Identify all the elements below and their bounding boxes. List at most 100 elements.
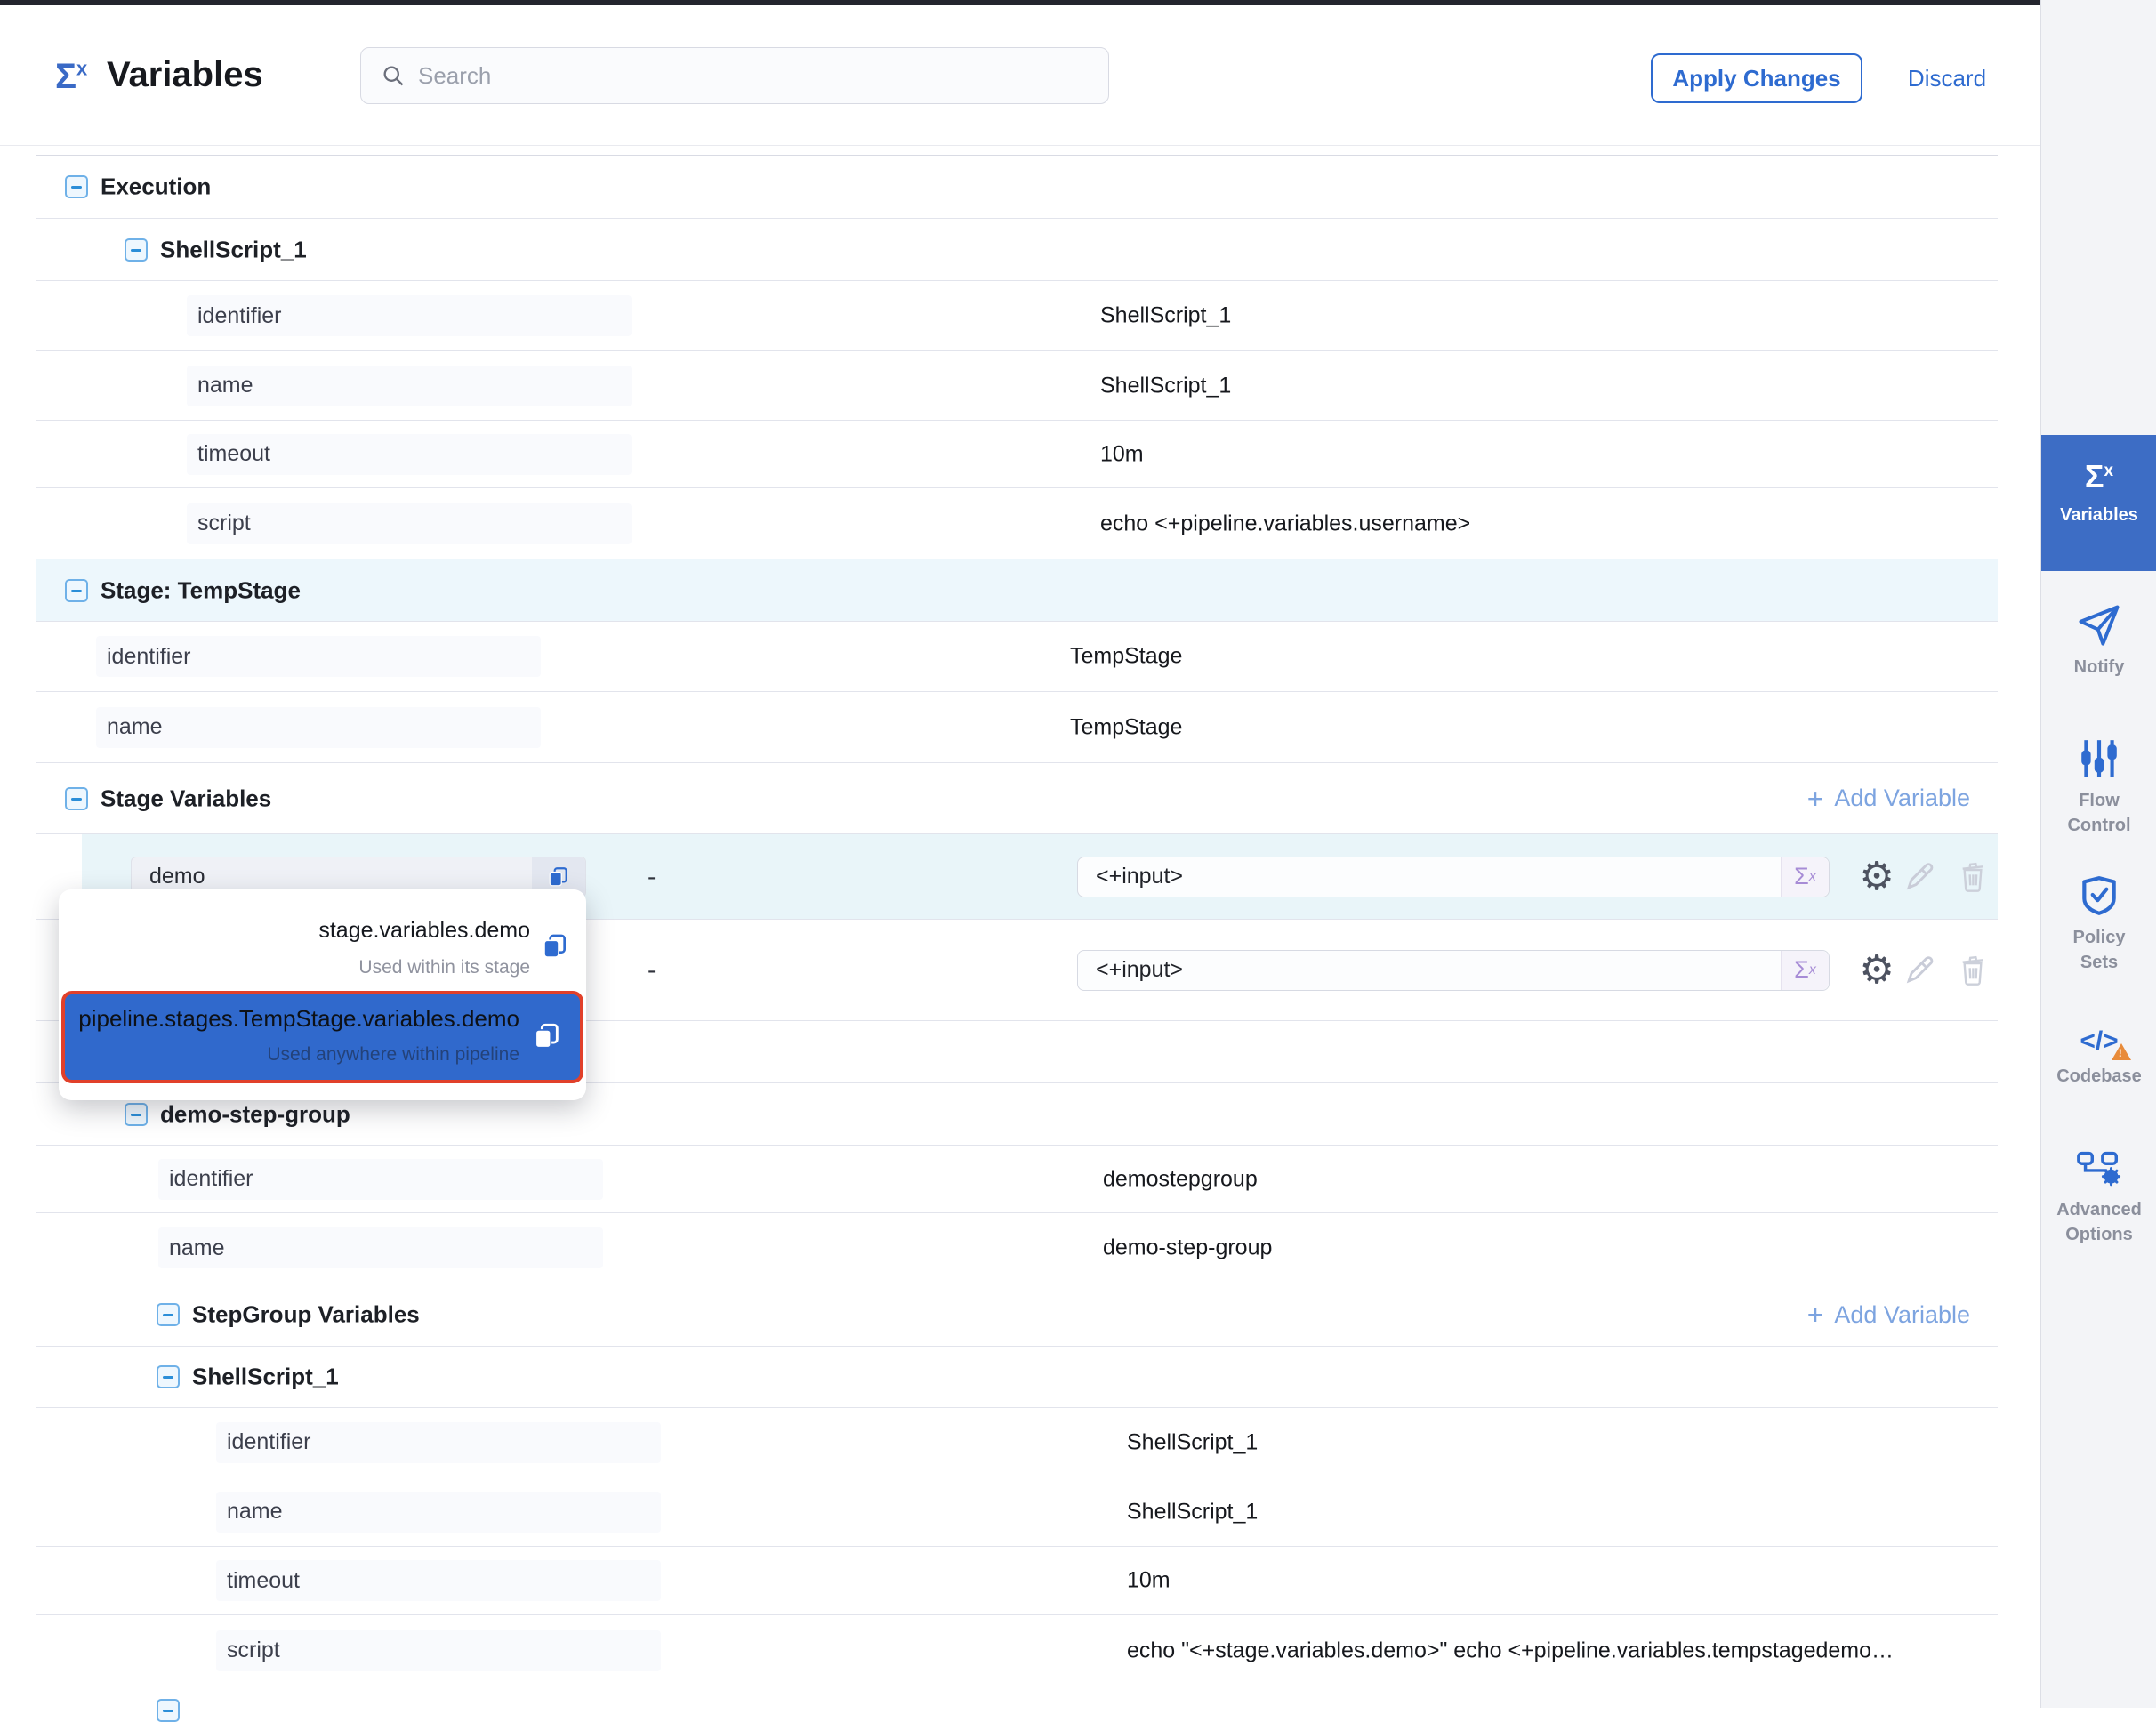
variable-value-input[interactable]: <+input> Σx	[1077, 950, 1830, 991]
search-input[interactable]: Search	[360, 47, 1109, 104]
add-variable-label: Add Variable	[1834, 1301, 1970, 1329]
collapse-icon[interactable]	[65, 787, 88, 810]
code-warning-icon: </>	[2041, 1026, 2156, 1057]
sidebar-item-label: Notify	[2041, 655, 2156, 680]
sidebar-item-label: Policy	[2041, 925, 2156, 950]
row-value: ShellScript_1	[1100, 373, 1231, 398]
key-field: timeout	[187, 434, 632, 475]
key-field: name	[96, 707, 541, 748]
kv-row: identifier ShellScript_1	[36, 281, 1998, 351]
plus-icon: +	[1807, 785, 1824, 813]
apply-changes-button[interactable]: Apply Changes	[1651, 53, 1862, 103]
row-value: echo "<+stage.variables.demo>" echo <+pi…	[1127, 1638, 1894, 1663]
section-row-stepgroup-variables: StepGroup Variables + Add Variable	[36, 1283, 1998, 1347]
plus-icon: +	[1807, 1300, 1824, 1329]
expression-scope-text: Used within its stage	[358, 957, 530, 978]
kv-row: script echo <+pipeline.variables.usernam…	[36, 488, 1998, 559]
sliders-icon	[2041, 736, 2156, 781]
variables-sigma-icon: Σx	[2085, 458, 2113, 495]
required-dash: -	[648, 956, 656, 985]
collapse-icon[interactable]	[65, 579, 88, 602]
sidebar-item-codebase[interactable]: </> Codebase	[2041, 1026, 2156, 1089]
key-field: name	[187, 366, 632, 406]
row-value: demostepgroup	[1103, 1166, 1258, 1192]
key-field: identifier	[158, 1159, 603, 1200]
sidebar-item-flow-control[interactable]: Flow Control	[2041, 736, 2156, 838]
key-field: name	[158, 1227, 603, 1268]
key-field: name	[216, 1492, 661, 1533]
page-title: Variables	[107, 55, 263, 95]
collapse-icon[interactable]	[157, 1699, 180, 1722]
collapse-icon[interactable]	[157, 1365, 180, 1388]
settings-gear-icon[interactable]: ⚙	[1857, 951, 1896, 990]
collapse-icon[interactable]	[125, 1103, 148, 1126]
header-divider	[0, 145, 2040, 146]
key-field: script	[216, 1630, 661, 1671]
sidebar-item-label: Flow	[2041, 788, 2156, 813]
expression-option-pipeline-scope-selected[interactable]: pipeline.stages.TempStage.variables.demo…	[61, 991, 583, 1083]
search-icon	[381, 63, 406, 88]
row-value: 10m	[1127, 1568, 1171, 1594]
pipeline-right-sidebar: Σx Variables Notify Flow Control Policy …	[2040, 0, 2156, 1708]
section-label: Execution	[101, 173, 211, 201]
copy-icon	[547, 865, 570, 889]
settings-gear-icon[interactable]: ⚙	[1857, 857, 1896, 897]
row-value: echo <+pipeline.variables.username>	[1100, 511, 1470, 536]
variable-value-text: <+input>	[1096, 864, 1183, 889]
row-value: TempStage	[1070, 714, 1182, 740]
sidebar-item-label: Sets	[2041, 950, 2156, 975]
sidebar-item-label: Control	[2041, 813, 2156, 838]
key-field: timeout	[216, 1560, 661, 1601]
required-dash: -	[648, 863, 656, 891]
sidebar-item-label: Codebase	[2041, 1064, 2156, 1089]
expression-toggle-button[interactable]: Σx	[1781, 857, 1829, 897]
kv-row: identifier demostepgroup	[36, 1146, 1998, 1213]
variables-panel-header: Σx Variables Search Apply Changes Discar…	[0, 5, 2040, 145]
section-label: ShellScript_1	[160, 236, 307, 263]
sidebar-item-policy-sets[interactable]: Policy Sets	[2041, 873, 2156, 975]
add-variable-label: Add Variable	[1834, 785, 1970, 812]
add-variable-button[interactable]: + Add Variable	[1807, 785, 1970, 813]
discard-button[interactable]: Discard	[1898, 53, 1996, 103]
sidebar-item-notify[interactable]: Notify	[2041, 601, 2156, 680]
sidebar-item-variables[interactable]: Σx Variables	[2041, 435, 2156, 571]
kv-row: name TempStage	[36, 692, 1998, 763]
kv-row: name ShellScript_1	[36, 1477, 1998, 1547]
row-value: demo-step-group	[1103, 1235, 1272, 1261]
expression-option-stage-scope[interactable]: stage.variables.demo Used within its sta…	[59, 889, 586, 989]
edit-pencil-icon[interactable]	[1902, 857, 1937, 897]
copy-icon[interactable]	[532, 1021, 562, 1056]
collapse-icon[interactable]	[125, 238, 148, 262]
section-row-shellscript-inner: ShellScript_1	[36, 1347, 1998, 1408]
section-label: StepGroup Variables	[192, 1301, 420, 1329]
kv-row: timeout 10m	[36, 421, 1998, 488]
kv-row: timeout 10m	[36, 1547, 1998, 1615]
key-field: identifier	[216, 1422, 661, 1463]
section-row-stage-variables: Stage Variables + Add Variable	[36, 763, 1998, 834]
collapse-icon[interactable]	[157, 1303, 180, 1326]
sidebar-item-advanced-options[interactable]: Advanced Options	[2041, 1147, 2156, 1247]
add-variable-button[interactable]: + Add Variable	[1807, 1300, 1970, 1329]
section-row-execution: Execution	[36, 156, 1998, 219]
variable-value-input[interactable]: <+input> Σx	[1077, 857, 1830, 897]
sidebar-item-label: Advanced	[2041, 1197, 2156, 1222]
collapse-icon[interactable]	[65, 175, 88, 198]
copy-icon[interactable]	[541, 932, 569, 965]
row-value: ShellScript_1	[1127, 1499, 1258, 1525]
expression-text: stage.variables.demo	[318, 918, 530, 944]
variable-name-text: demo	[149, 864, 205, 889]
section-label: demo-step-group	[160, 1100, 350, 1128]
row-value: ShellScript_1	[1127, 1429, 1258, 1455]
delete-trash-icon[interactable]	[1957, 857, 1989, 897]
delete-trash-icon[interactable]	[1957, 951, 1989, 990]
variables-sigma-icon: Σx	[55, 57, 87, 97]
stage-label: Stage: TempStage	[101, 576, 301, 604]
shield-check-icon	[2041, 873, 2156, 918]
kv-row: script echo "<+stage.variables.demo>" ec…	[36, 1615, 1998, 1686]
row-value: 10m	[1100, 441, 1144, 467]
stage-header-row: Stage: TempStage	[36, 559, 1998, 622]
edit-pencil-icon[interactable]	[1902, 951, 1937, 990]
row-value: TempStage	[1070, 644, 1182, 670]
row-value: ShellScript_1	[1100, 303, 1231, 329]
expression-toggle-button[interactable]: Σx	[1781, 951, 1829, 990]
